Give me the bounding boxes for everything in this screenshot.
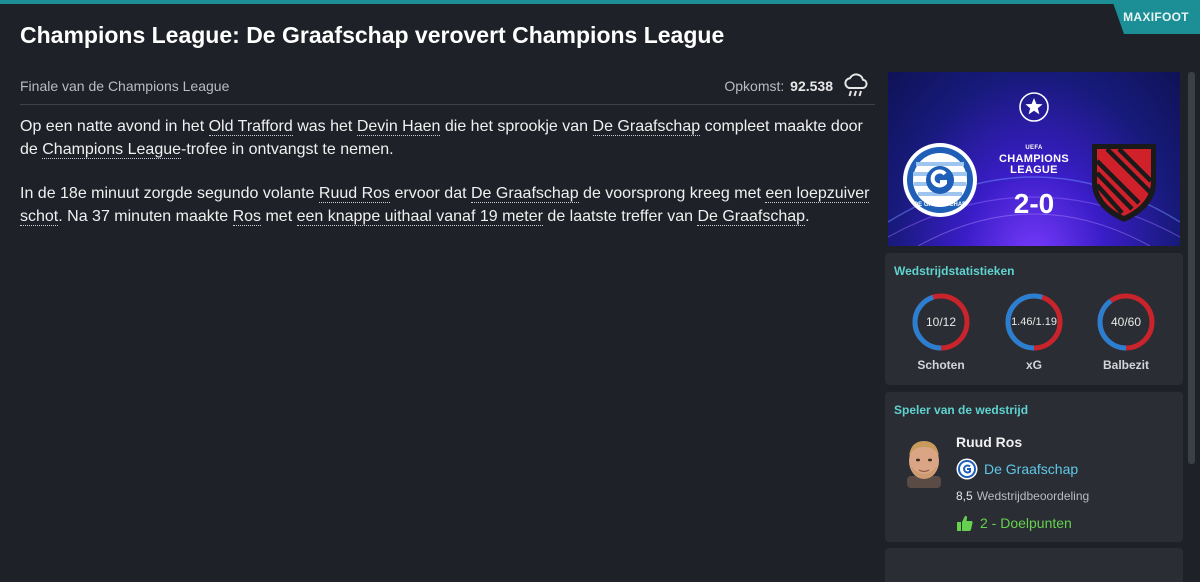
potm-title: Speler van de wedstrijd <box>894 403 1029 417</box>
stat-ring: 10/12 <box>911 292 971 352</box>
player-name[interactable]: Ruud Ros <box>956 434 1022 450</box>
article-link[interactable]: De Graafschap <box>697 207 806 226</box>
match-banner: DE GRAAFSCHAP UEFA CHAMPIONS LEAGUE 2-0 <box>888 72 1180 246</box>
champions-league-star-ball <box>1019 92 1049 122</box>
article-paragraph-1: Op een natte avond in het Old Trafford w… <box>20 116 875 161</box>
attendance-value: 92.538 <box>790 78 833 94</box>
article-body: Op een natte avond in het Old Trafford w… <box>20 116 875 250</box>
article-text: . <box>805 207 810 225</box>
stat-value: 1.46/1.19 <box>1011 316 1057 328</box>
stat-shots: 10/12 Schoten <box>906 292 976 372</box>
article-text: de voorsprong kreeg met <box>578 185 766 202</box>
final-score: 2-0 <box>1013 188 1055 219</box>
top-accent-strip <box>0 0 1200 4</box>
article-paragraph-2: In de 18e minuut zorgde segundo volante … <box>20 183 875 228</box>
article-link[interactable]: De Graafschap <box>470 185 579 203</box>
player-of-the-match-panel: Speler van de wedstrijd Ruud Ros De Graa… <box>885 392 1183 542</box>
club-name[interactable]: De Graafschap <box>984 461 1078 477</box>
player-club[interactable]: De Graafschap <box>956 458 1078 480</box>
brand-tab[interactable]: MAXIFOOT <box>1112 0 1200 34</box>
article-text: In de 18e minuut zorgde segundo volante <box>20 185 319 202</box>
club-badge-icon <box>956 458 978 480</box>
article-text: was het <box>292 118 357 135</box>
article-text: ervoor dat <box>390 185 471 202</box>
article-text: Op een natte avond in het <box>20 118 209 135</box>
article-text: . Na 37 minuten maakte <box>58 207 233 225</box>
stat-ring: 40/60 <box>1096 292 1156 352</box>
page-title: Champions League: De Graafschap verovert… <box>20 22 725 48</box>
thumbs-up-icon <box>956 514 974 532</box>
stat-xg: 1.46/1.19 xG <box>999 292 1069 372</box>
attendance-label: Opkomst: <box>724 78 785 94</box>
article-text: met <box>261 207 297 225</box>
player-avatar[interactable] <box>899 436 949 488</box>
competition-subtitle: Finale van de Champions League <box>20 78 230 94</box>
competition-wordmark: UEFA CHAMPIONS LEAGUE <box>988 144 1080 176</box>
next-panel-edge <box>885 548 1183 582</box>
home-club-logo: DE GRAAFSCHAP <box>903 143 977 217</box>
article-link[interactable]: De Graafschap <box>592 118 701 136</box>
player-rating: 8,5 Wedstrijdbeoordeling <box>956 489 1089 503</box>
article-subheader: Finale van de Champions League Opkomst: … <box>20 73 875 100</box>
article-link[interactable]: Ruud Ros <box>318 185 391 203</box>
article-text: de laatste treffer van <box>542 207 698 225</box>
away-club-logo <box>1092 144 1156 222</box>
svg-text:DE GRAAFSCHAP: DE GRAAFSCHAP <box>914 202 966 208</box>
article-link[interactable]: Old Trafford <box>208 118 293 136</box>
rating-label: Wedstrijdbeoordeling <box>976 489 1090 503</box>
rain-cloud-icon <box>841 70 871 100</box>
match-stats-title: Wedstrijdstatistieken <box>894 264 1015 278</box>
stat-label: Schoten <box>917 358 965 372</box>
stat-ring: 1.46/1.19 <box>1004 292 1064 352</box>
article-link[interactable]: een knappe uithaal vanaf 19 meter <box>296 207 543 226</box>
rating-value: 8,5 <box>956 489 973 503</box>
stat-label: Balbezit <box>1102 358 1149 372</box>
stat-value: 10/12 <box>925 315 957 329</box>
uefa-label: UEFA <box>1025 145 1043 151</box>
scrollbar[interactable] <box>1188 72 1195 464</box>
competition-line-2: LEAGUE <box>1010 164 1058 176</box>
article-link[interactable]: Ros <box>232 207 262 226</box>
article-text: die het sprookje van <box>440 118 593 135</box>
article-link[interactable]: Devin Haen <box>356 118 441 136</box>
article-link[interactable]: Champions League <box>42 140 182 159</box>
article-text: -trofee in ontvangst te nemen. <box>181 140 394 158</box>
match-stats-panel: Wedstrijdstatistieken 10/12 Schoten 1.46… <box>885 253 1183 385</box>
stat-possession: 40/60 Balbezit <box>1091 292 1161 372</box>
divider <box>20 104 875 105</box>
stat-label: xG <box>1025 358 1042 372</box>
attendance: Opkomst: 92.538 <box>724 78 833 94</box>
player-goals: 2 - Doelpunten <box>956 514 1072 532</box>
stat-value: 40/60 <box>1110 315 1142 329</box>
goals-text: 2 - Doelpunten <box>980 515 1072 531</box>
